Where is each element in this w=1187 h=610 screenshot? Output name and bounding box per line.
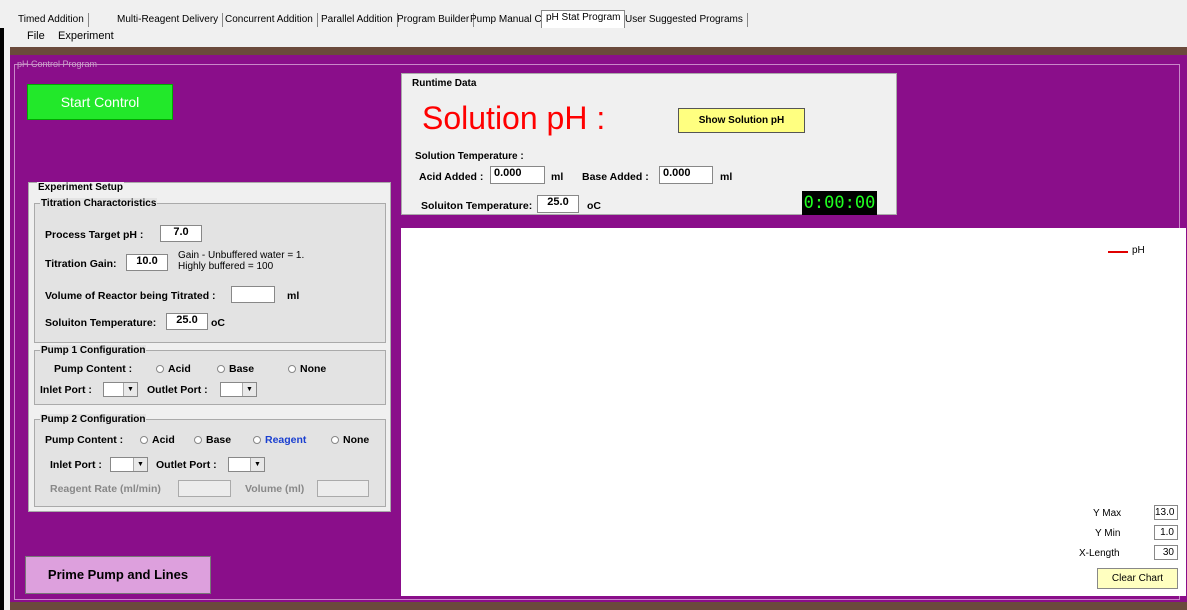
x-length-input[interactable]: 30 (1154, 545, 1178, 560)
ph-chart: pH Y Max 13.0 Y Min 1.0 X-Length 30 Clea… (401, 228, 1186, 596)
footer-divider (10, 602, 1187, 610)
runtime-data-panel: Runtime Data Solution pH : Show Solution… (401, 73, 897, 215)
pump2-reagent-radio[interactable] (253, 436, 261, 444)
pump2-none-label: None (343, 434, 370, 446)
tab-timed-addition[interactable]: Timed Addition (14, 13, 89, 27)
runtime-temp-label: Soluiton Temperature: (421, 200, 533, 212)
pump2-inlet-label: Inlet Port : (50, 459, 102, 471)
solution-ph-label: Solution pH : (422, 100, 606, 136)
pump1-group: Pump 1 Configuration Pump Content : Acid… (34, 345, 386, 405)
y-max-label: Y Max (1093, 508, 1122, 519)
pump2-group: Pump 2 Configuration Pump Content : Acid… (34, 414, 386, 507)
start-control-button[interactable]: Start Control (27, 84, 173, 120)
titration-title: Titration Charactoristics (40, 198, 158, 209)
pump2-acid-radio[interactable] (140, 436, 148, 444)
y-min-label: Y Min (1095, 528, 1121, 539)
acid-added-label: Acid Added : (419, 171, 484, 183)
base-added-value: 0.000 (659, 166, 713, 184)
prime-pump-button[interactable]: Prime Pump and Lines (25, 556, 211, 594)
chevron-down-icon: ▼ (123, 383, 137, 396)
titration-gain-label: Titration Gain: (45, 258, 117, 270)
pump2-base-radio[interactable] (194, 436, 202, 444)
ph-series-legend-label: pH (1132, 245, 1145, 256)
pump1-outlet-label: Outlet Port : (147, 384, 208, 396)
pump1-base-label: Base (229, 363, 255, 375)
show-solution-ph-button[interactable]: Show Solution pH (678, 108, 805, 133)
runtime-temp-value: 25.0 (537, 195, 579, 213)
pump2-outlet-label: Outlet Port : (156, 459, 217, 471)
solution-temperature-label: Solution Temperature : (415, 151, 524, 162)
pump1-acid-label: Acid (168, 363, 191, 375)
pump2-outlet-select[interactable]: ▼ (228, 457, 265, 472)
runtime-data-title: Runtime Data (412, 78, 477, 89)
tab-multi-reagent-delivery[interactable]: Multi-Reagent Delivery (113, 13, 224, 27)
window-left-edge (0, 0, 4, 610)
x-length-label: X-Length (1079, 548, 1120, 559)
pump1-acid-radio[interactable] (156, 365, 164, 373)
tab-parallel-addition[interactable]: Parallel Addition (317, 13, 398, 27)
chevron-down-icon: ▼ (242, 383, 256, 396)
reactor-volume-input[interactable] (231, 286, 275, 303)
experiment-setup-panel: Experiment Setup Titration Charactoristi… (28, 182, 391, 512)
solution-temp-label: Soluiton Temperature: (45, 317, 157, 329)
pump2-title: Pump 2 Configuration (40, 414, 147, 425)
header-divider (10, 47, 1187, 55)
reactor-volume-unit: ml (287, 290, 300, 302)
titration-gain-input[interactable]: 10.0 (126, 254, 168, 271)
elapsed-timer: 0:00:00 (802, 191, 877, 215)
experiment-setup-title: Experiment Setup (37, 182, 125, 193)
pump1-outlet-select[interactable]: ▼ (220, 382, 257, 397)
titration-group: Titration Charactoristics Process Target… (34, 198, 386, 343)
y-min-input[interactable]: 1.0 (1154, 525, 1178, 540)
pump1-none-radio[interactable] (288, 365, 296, 373)
pump1-inlet-label: Inlet Port : (40, 384, 92, 396)
pump2-content-label: Pump Content : (45, 434, 124, 446)
target-ph-label: Process Target pH : (45, 229, 144, 241)
reagent-volume-label: Volume (ml) (245, 483, 305, 495)
pump1-inlet-select[interactable]: ▼ (103, 382, 138, 397)
ph-control-group-title: pH Control Program (17, 59, 98, 69)
tab-ph-stat-program[interactable]: pH Stat Program (541, 10, 626, 28)
gain-hint-line1: Gain - Unbuffered water = 1. (178, 250, 305, 261)
tab-user-suggested-programs[interactable]: User Suggested Programs (621, 13, 748, 27)
pump1-base-radio[interactable] (217, 365, 225, 373)
tab-concurrent-addition[interactable]: Concurrent Addition (221, 13, 318, 27)
base-added-unit: ml (720, 171, 733, 183)
chevron-down-icon: ▼ (250, 458, 264, 471)
pump2-inlet-select[interactable]: ▼ (110, 457, 148, 472)
reagent-rate-label: Reagent Rate (ml/min) (50, 483, 161, 495)
tab-program-builder[interactable]: Program Builder (393, 13, 475, 27)
pump1-title: Pump 1 Configuration (40, 345, 147, 356)
runtime-temp-unit: oC (587, 200, 601, 212)
gain-hint-line2: Highly buffered = 100 (178, 261, 274, 272)
pump2-none-radio[interactable] (331, 436, 339, 444)
solution-temp-unit: oC (211, 317, 225, 329)
ph-series-legend-swatch (1108, 251, 1128, 253)
menu-experiment[interactable]: Experiment (58, 30, 114, 42)
clear-chart-button[interactable]: Clear Chart (1097, 568, 1178, 589)
tab-strip: Timed Addition Multi-Reagent Delivery Co… (0, 0, 1187, 28)
menu-file[interactable]: File (27, 30, 45, 42)
reagent-volume-input[interactable] (317, 480, 369, 497)
chevron-down-icon: ▼ (133, 458, 147, 471)
reagent-rate-input[interactable] (178, 480, 231, 497)
pump2-acid-label: Acid (152, 434, 175, 446)
solution-temp-input[interactable]: 25.0 (166, 313, 208, 330)
target-ph-input[interactable]: 7.0 (160, 225, 202, 242)
pump1-content-label: Pump Content : (54, 363, 133, 375)
reactor-volume-label: Volume of Reactor being Titrated : (45, 290, 216, 302)
menu-bar: File Experiment (10, 30, 310, 46)
pump2-reagent-label: Reagent (265, 434, 307, 446)
acid-added-unit: ml (551, 171, 564, 183)
y-max-input[interactable]: 13.0 (1154, 505, 1178, 520)
acid-added-value: 0.000 (490, 166, 545, 184)
pump1-none-label: None (300, 363, 327, 375)
pump2-base-label: Base (206, 434, 232, 446)
base-added-label: Base Added : (582, 171, 649, 183)
